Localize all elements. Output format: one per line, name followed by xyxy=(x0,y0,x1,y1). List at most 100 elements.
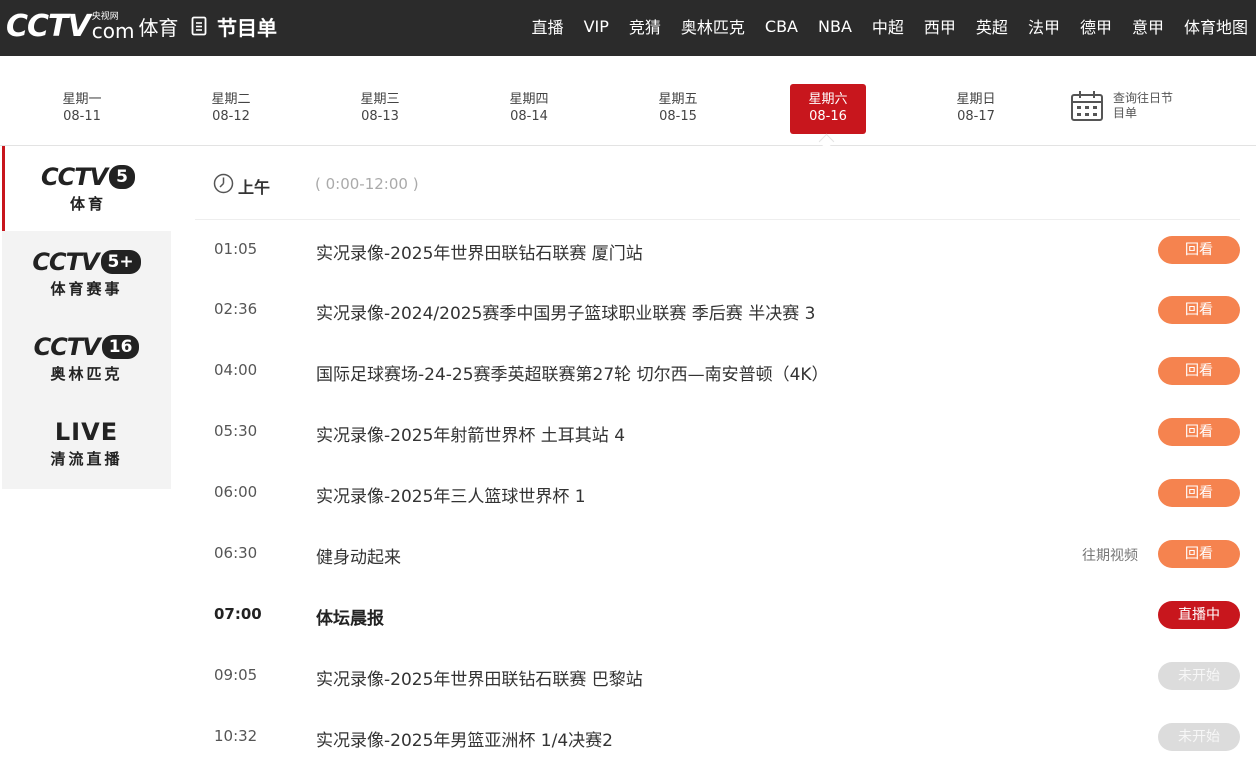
program-title[interactable]: 体坛晨报 xyxy=(316,604,384,629)
day-week: 星期日 xyxy=(956,92,996,107)
program-time: 09:05 xyxy=(214,666,258,684)
channel-cctv5plus[interactable]: CCTV 5+ 体育赛事 xyxy=(2,231,171,316)
channel-cctv16[interactable]: CCTV 16 奥林匹克 xyxy=(2,316,171,401)
program-time: 07:00 xyxy=(214,605,262,623)
nav-link-laliga[interactable]: 西甲 xyxy=(924,14,956,38)
day-tab-selected[interactable]: 星期六 08-16 xyxy=(790,84,866,134)
program-time: 05:30 xyxy=(214,422,258,440)
past-videos-link[interactable]: 往期视频 xyxy=(1082,545,1138,565)
day-tab[interactable]: 星期五 08-15 xyxy=(640,84,716,134)
channel-live[interactable]: LIVE 清流直播 xyxy=(2,401,171,486)
document-icon xyxy=(191,16,207,36)
nav-link-bundesliga[interactable]: 德甲 xyxy=(1080,14,1112,38)
day-tab[interactable]: 星期一 08-11 xyxy=(44,84,120,134)
program-row: 04:00 国际足球赛场-24-25赛季英超联赛第27轮 切尔西—南安普顿（4K… xyxy=(195,342,1240,403)
replay-button[interactable]: 回看 xyxy=(1158,479,1240,507)
nav-link-seriea[interactable]: 意甲 xyxy=(1132,14,1164,38)
channel-brand: CCTV xyxy=(32,248,99,276)
logo-com: com xyxy=(91,19,135,43)
day-tab[interactable]: 星期日 08-17 xyxy=(938,84,1014,134)
program-row: 06:30 健身动起来 往期视频 回看 xyxy=(195,525,1240,586)
program-title[interactable]: 实况录像-2025年射箭世界杯 土耳其站 4 xyxy=(316,421,625,446)
top-bar: CCTV 央视网 com 体育 节目单 直播 VIP 竞猜 奥林匹克 CBA N… xyxy=(0,0,1256,56)
channel-number: 16 xyxy=(101,335,140,359)
day-week: 星期五 xyxy=(658,92,698,107)
nav-link-live[interactable]: 直播 xyxy=(532,14,564,38)
replay-button[interactable]: 回看 xyxy=(1158,296,1240,324)
program-time: 02:36 xyxy=(214,300,258,318)
history-label: 查询往日节 xyxy=(1113,91,1174,105)
channel-name: 体育 xyxy=(69,195,106,213)
logo-cctv: CCTV xyxy=(6,8,91,44)
page-title-text: 节目单 xyxy=(217,15,277,40)
replay-button[interactable]: 回看 xyxy=(1158,418,1240,446)
day-week: 星期六 xyxy=(808,92,848,107)
day-date: 08-16 xyxy=(809,109,847,124)
replay-button[interactable]: 回看 xyxy=(1158,236,1240,264)
site-logo[interactable]: CCTV 央视网 com 体育 xyxy=(6,8,178,44)
program-title[interactable]: 实况录像-2025年世界田联钻石联赛 厦门站 xyxy=(316,239,643,264)
channel-name: 清流直播 xyxy=(50,450,123,468)
section-time-range: ( 0:00-12:00 ) xyxy=(315,175,419,193)
program-row: 02:36 实况录像-2024/2025赛季中国男子篮球职业联赛 季后赛 半决赛… xyxy=(195,281,1240,342)
channel-brand: CCTV xyxy=(33,333,101,361)
date-selector: 星期一 08-11 星期二 08-12 星期三 08-13 星期四 08-14 … xyxy=(0,56,1256,146)
calendar-icon xyxy=(1071,91,1103,121)
nav-link-quiz[interactable]: 竞猜 xyxy=(629,14,661,38)
program-time: 06:30 xyxy=(214,544,258,562)
day-date: 08-11 xyxy=(63,109,101,124)
day-tab[interactable]: 星期二 08-12 xyxy=(193,84,269,134)
history-schedule-link[interactable]: 查询往日节 目单 xyxy=(1070,90,1183,122)
day-week: 星期二 xyxy=(211,92,251,107)
channel-name: 体育赛事 xyxy=(50,280,123,298)
page-title: 节目单 xyxy=(191,12,277,40)
program-time: 10:32 xyxy=(214,727,258,745)
channel-cctv5[interactable]: CCTV 5 体育 xyxy=(2,146,171,231)
program-time: 06:00 xyxy=(214,483,258,501)
day-week: 星期一 xyxy=(62,92,102,107)
clock-icon xyxy=(213,173,234,194)
program-row: 10:32 实况录像-2025年男篮亚洲杯 1/4决赛2 未开始 xyxy=(195,708,1240,759)
day-date: 08-14 xyxy=(510,109,548,124)
program-time: 01:05 xyxy=(214,240,258,258)
program-row: 01:05 实况录像-2025年世界田联钻石联赛 厦门站 回看 xyxy=(195,221,1240,282)
section-label: 上午 xyxy=(238,178,271,197)
nav-link-olympics[interactable]: 奥林匹克 xyxy=(681,14,745,38)
replay-button[interactable]: 回看 xyxy=(1158,357,1240,385)
channel-sidebar: CCTV 5 体育 CCTV 5+ 体育赛事 CCTV 16 奥林匹克 LIVE… xyxy=(2,146,171,489)
channel-brand: LIVE xyxy=(54,418,119,446)
program-row: 05:30 实况录像-2025年射箭世界杯 土耳其站 4 回看 xyxy=(195,403,1240,464)
top-nav: 直播 VIP 竞猜 奥林匹克 CBA NBA 中超 西甲 英超 法甲 德甲 意甲… xyxy=(512,0,1248,52)
not-started-badge: 未开始 xyxy=(1158,662,1240,690)
program-title[interactable]: 实况录像-2024/2025赛季中国男子篮球职业联赛 季后赛 半决赛 3 xyxy=(316,299,815,324)
program-title[interactable]: 实况录像-2025年世界田联钻石联赛 巴黎站 xyxy=(316,665,643,690)
live-now-button[interactable]: 直播中 xyxy=(1158,601,1240,629)
logo-sports: 体育 xyxy=(138,15,179,40)
day-week: 星期三 xyxy=(360,92,400,107)
program-title[interactable]: 健身动起来 xyxy=(316,543,401,568)
day-date: 08-13 xyxy=(361,109,399,124)
nav-link-epl[interactable]: 英超 xyxy=(976,14,1008,38)
program-title[interactable]: 国际足球赛场-24-25赛季英超联赛第27轮 切尔西—南安普顿（4K） xyxy=(316,360,829,385)
program-time: 04:00 xyxy=(214,361,258,379)
program-row: 09:05 实况录像-2025年世界田联钻石联赛 巴黎站 未开始 xyxy=(195,647,1240,708)
program-row: 06:00 实况录像-2025年三人篮球世界杯 1 回看 xyxy=(195,464,1240,525)
program-row-live: 07:00 体坛晨报 直播中 xyxy=(195,586,1240,647)
nav-link-cba[interactable]: CBA xyxy=(765,17,798,36)
nav-link-vip[interactable]: VIP xyxy=(584,17,609,36)
history-label: 目单 xyxy=(1113,106,1138,120)
day-tab[interactable]: 星期三 08-13 xyxy=(342,84,418,134)
nav-link-csl[interactable]: 中超 xyxy=(872,14,904,38)
replay-button[interactable]: 回看 xyxy=(1158,540,1240,568)
not-started-badge: 未开始 xyxy=(1158,723,1240,751)
program-title[interactable]: 实况录像-2025年男篮亚洲杯 1/4决赛2 xyxy=(316,726,613,751)
day-tab[interactable]: 星期四 08-14 xyxy=(491,84,567,134)
nav-link-ligue1[interactable]: 法甲 xyxy=(1028,14,1060,38)
channel-number: 5+ xyxy=(100,250,141,274)
day-date: 08-12 xyxy=(212,109,250,124)
nav-link-nba[interactable]: NBA xyxy=(818,17,852,36)
channel-brand: CCTV xyxy=(40,163,108,191)
nav-link-sports-map[interactable]: 体育地图 xyxy=(1184,14,1248,38)
program-title[interactable]: 实况录像-2025年三人篮球世界杯 1 xyxy=(316,482,586,507)
morning-section-header: 上午 ( 0:00-12:00 ) xyxy=(195,146,1240,220)
